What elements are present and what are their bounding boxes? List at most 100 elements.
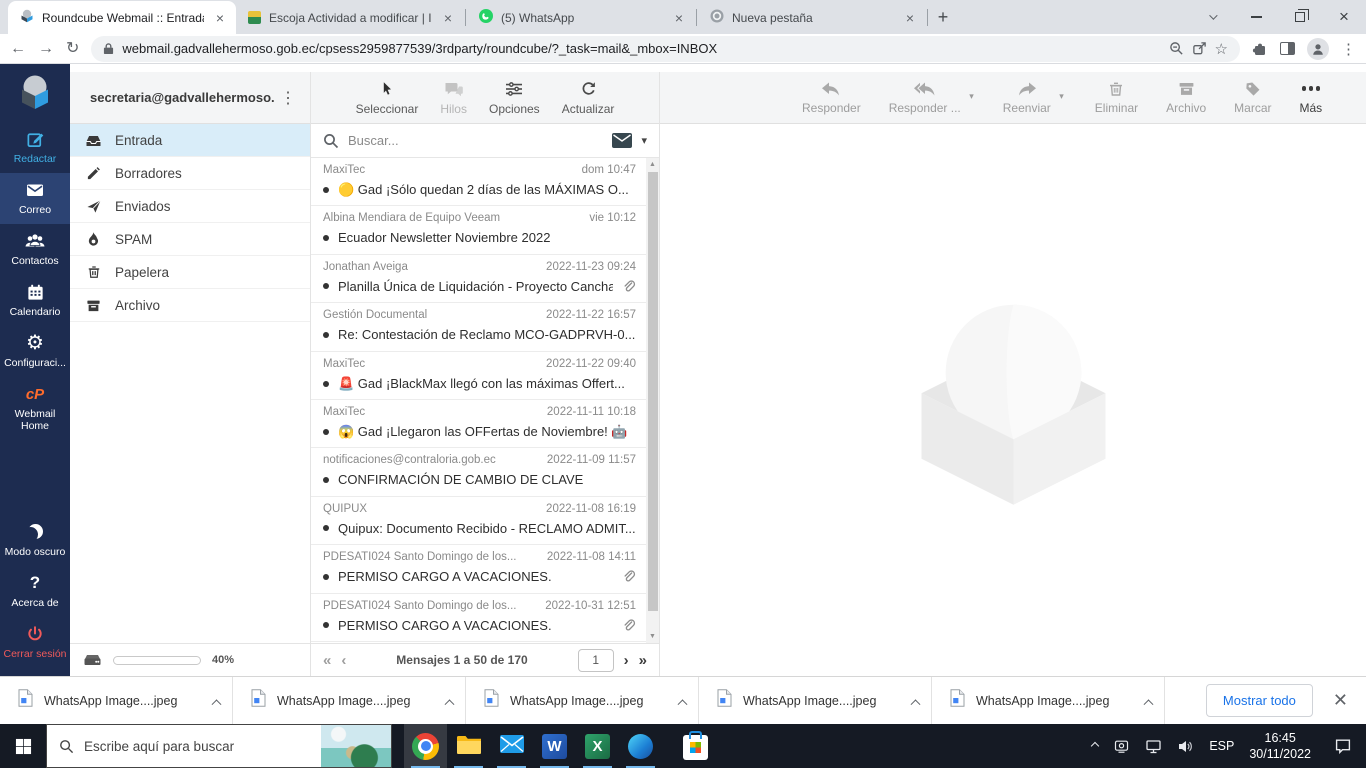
taskbar-store[interactable] <box>674 724 717 768</box>
taskbar-clock[interactable]: 16:45 30/11/2022 <box>1249 730 1311 763</box>
search-highlight-image[interactable] <box>321 725 391 767</box>
reply-all-button[interactable]: Responder ... ▾ <box>889 79 961 115</box>
scrollbar-thumb[interactable] <box>648 172 658 611</box>
scroll-up-icon[interactable]: ▲ <box>646 158 659 171</box>
rail-item-about[interactable]: ? Acerca de <box>0 566 70 617</box>
reply-all-caret-icon[interactable]: ▾ <box>969 91 974 102</box>
threads-button[interactable]: Hilos <box>440 80 467 116</box>
taskbar-chrome[interactable] <box>404 724 447 768</box>
message-row[interactable]: notificaciones@contraloria.gob.ec2022-11… <box>311 448 646 496</box>
search-scope-caret-icon[interactable]: ▾ <box>641 134 647 147</box>
minimize-button[interactable] <box>1234 0 1278 34</box>
download-menu-chevron-icon[interactable] <box>912 692 919 710</box>
message-row[interactable]: MaxiTecdom 10:47 🟡 Gad ¡Sólo quedan 2 dí… <box>311 158 646 206</box>
tab-institution[interactable]: Escoja Actividad a modificar | Info × <box>236 1 464 34</box>
share-icon[interactable] <box>1192 41 1207 56</box>
tab-search-icon[interactable] <box>1190 0 1234 34</box>
download-item[interactable]: WhatsApp Image....jpeg <box>0 677 233 724</box>
close-window-button[interactable]: × <box>1322 0 1366 34</box>
action-center-icon[interactable] <box>1334 738 1352 754</box>
archive-button[interactable]: Archivo <box>1166 79 1206 115</box>
profile-avatar[interactable] <box>1307 38 1329 60</box>
rail-item-calendar[interactable]: Calendario <box>0 275 70 326</box>
taskbar-search-input[interactable] <box>84 739 279 754</box>
select-button[interactable]: Seleccionar <box>356 80 419 116</box>
volume-icon[interactable] <box>1177 739 1194 754</box>
options-button[interactable]: Opciones <box>489 80 540 116</box>
tab-close-icon[interactable]: × <box>440 10 456 26</box>
download-menu-chevron-icon[interactable] <box>679 692 686 710</box>
first-page-button[interactable]: « <box>323 652 331 669</box>
forward-icon[interactable]: → <box>38 41 54 57</box>
list-scrollbar[interactable]: ▲ ▼ <box>646 158 659 643</box>
tab-close-icon[interactable]: × <box>671 10 687 26</box>
new-tab-button[interactable]: + <box>929 3 957 31</box>
rail-item-compose[interactable]: Redactar <box>0 122 70 173</box>
taskbar-word[interactable]: W <box>533 724 576 768</box>
rail-item-dark-mode[interactable]: Modo oscuro <box>0 515 70 566</box>
message-row[interactable]: Jonathan Aveiga2022-11-23 09:24 Planilla… <box>311 255 646 303</box>
browser-menu-icon[interactable]: ⋮ <box>1341 40 1356 58</box>
download-item[interactable]: WhatsApp Image....jpeg <box>932 677 1165 724</box>
message-row[interactable]: PDESATI024 Santo Domingo de los...2022-1… <box>311 594 646 642</box>
next-page-button[interactable]: › <box>624 652 629 669</box>
folder-spam[interactable]: SPAM <box>70 223 310 256</box>
show-all-downloads-button[interactable]: Mostrar todo <box>1206 684 1313 717</box>
rail-item-mail[interactable]: Correo <box>0 173 70 224</box>
download-item[interactable]: WhatsApp Image....jpeg <box>466 677 699 724</box>
scope-envelope-icon[interactable] <box>612 133 632 148</box>
language-indicator[interactable]: ESP <box>1209 739 1234 753</box>
more-button[interactable]: Más <box>1300 79 1323 115</box>
tab-roundcube[interactable]: Roundcube Webmail :: Entrada × <box>8 1 236 34</box>
message-row[interactable]: MaxiTec2022-11-11 10:18 😱 Gad ¡Llegaron … <box>311 400 646 448</box>
folder-drafts[interactable]: Borradores <box>70 157 310 190</box>
rail-item-logout[interactable]: Cerrar sesión <box>0 617 70 668</box>
rail-item-settings[interactable]: ⚙ Configuraci... <box>0 326 70 377</box>
cast-icon[interactable] <box>1113 738 1130 754</box>
forward-caret-icon[interactable]: ▾ <box>1059 91 1064 102</box>
download-item[interactable]: WhatsApp Image....jpeg <box>233 677 466 724</box>
last-page-button[interactable]: » <box>639 652 647 669</box>
message-row[interactable]: PDESATI024 Santo Domingo de los...2022-1… <box>311 545 646 593</box>
rail-item-webmail-home[interactable]: cP Webmail Home <box>0 377 70 440</box>
delete-button[interactable]: Eliminar <box>1095 79 1138 115</box>
page-number-input[interactable] <box>578 649 614 672</box>
message-row[interactable]: QUIPUX2022-11-08 16:19 Quipux: Documento… <box>311 497 646 545</box>
download-menu-chevron-icon[interactable] <box>213 692 220 710</box>
taskbar-excel[interactable]: X <box>576 724 619 768</box>
folder-archive[interactable]: Archivo <box>70 289 310 322</box>
extensions-puzzle-icon[interactable] <box>1252 41 1268 57</box>
folder-trash[interactable]: Papelera <box>70 256 310 289</box>
download-menu-chevron-icon[interactable] <box>446 692 453 710</box>
network-icon[interactable] <box>1145 739 1162 754</box>
prev-page-button[interactable]: ‹ <box>341 652 346 669</box>
search-input[interactable] <box>348 133 603 148</box>
taskbar-search-box[interactable] <box>46 724 392 768</box>
show-hidden-icons-chevron[interactable] <box>1092 743 1098 749</box>
scroll-down-icon[interactable]: ▼ <box>646 630 659 643</box>
restore-button[interactable] <box>1278 0 1322 34</box>
message-row[interactable]: MaxiTec2022-11-22 09:40 🚨 Gad ¡BlackMax … <box>311 352 646 400</box>
taskbar-mail[interactable] <box>490 724 533 768</box>
message-row[interactable]: Gestión Documental2022-11-22 16:57 Re: C… <box>311 303 646 351</box>
download-menu-chevron-icon[interactable] <box>1145 692 1152 710</box>
reply-button[interactable]: Responder <box>802 79 861 115</box>
message-row[interactable]: Albina Mendiara de Equipo Veeamvie 10:12… <box>311 206 646 254</box>
account-menu-icon[interactable]: ⋮ <box>274 88 302 108</box>
tab-close-icon[interactable]: × <box>212 10 228 26</box>
omnibox[interactable]: webmail.gadvallehermoso.gob.ec/cpsess295… <box>91 36 1240 62</box>
close-downloads-bar-icon[interactable]: ✕ <box>1333 690 1348 711</box>
side-panel-icon[interactable] <box>1280 42 1295 55</box>
rail-item-contacts[interactable]: Contactos <box>0 224 70 275</box>
folder-sent[interactable]: Enviados <box>70 190 310 223</box>
folder-inbox[interactable]: Entrada <box>70 124 310 157</box>
lock-icon[interactable] <box>103 42 114 55</box>
reload-icon[interactable]: ↻ <box>66 41 79 57</box>
tab-close-icon[interactable]: × <box>902 10 918 26</box>
bookmark-star-icon[interactable]: ☆ <box>1215 40 1228 58</box>
tab-whatsapp[interactable]: (5) WhatsApp × <box>467 1 695 34</box>
back-icon[interactable]: ← <box>10 41 26 57</box>
zoom-out-icon[interactable] <box>1169 41 1184 56</box>
refresh-button[interactable]: Actualizar <box>562 80 615 116</box>
taskbar-file-explorer[interactable] <box>447 724 490 768</box>
